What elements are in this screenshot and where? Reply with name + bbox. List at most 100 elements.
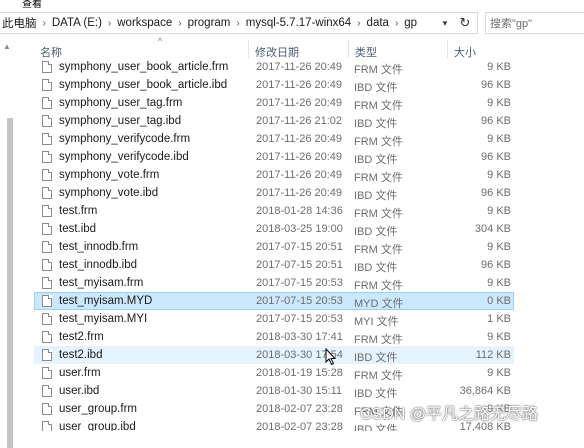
file-type: FRM 文件 — [354, 334, 403, 346]
file-modified-date: 2017-11-26 20:49 — [256, 151, 343, 163]
address-bar[interactable]: 此电脑 › DATA (E:) › workspace › program › … — [0, 12, 478, 34]
chevron-right-icon[interactable]: › — [104, 18, 115, 29]
navigation-pane: ▲ — [0, 38, 20, 448]
file-icon — [42, 151, 52, 163]
search-placeholder: 搜索"gp" — [490, 18, 533, 30]
file-size: 9 KB — [487, 61, 511, 73]
file-row[interactable]: user.ibd 2018-01-30 15:11 IBD 文件 36,864 KB — [34, 382, 514, 400]
file-modified-date: 2018-03-30 17:41 — [256, 331, 343, 343]
nav-scrollbar-thumb[interactable] — [7, 118, 13, 448]
breadcrumb-program[interactable]: program — [186, 17, 233, 29]
file-type: MYI 文件 — [354, 316, 399, 328]
file-row[interactable]: symphony_vote.frm 2017-11-26 20:49 FRM 文件 9… — [34, 166, 514, 184]
column-divider[interactable] — [248, 40, 249, 58]
file-row[interactable]: test_innodb.ibd 2017-07-15 20:51 IBD 文件 96 … — [34, 256, 514, 274]
file-type: IBD 文件 — [354, 226, 398, 238]
address-row: 此电脑 › DATA (E:) › workspace › program › … — [0, 12, 584, 38]
file-modified-date: 2018-01-28 14:36 — [256, 205, 343, 217]
refresh-icon[interactable]: ↻ — [457, 13, 473, 33]
file-icon — [42, 61, 52, 73]
file-list: symphony_user_book_article.frm 2017-11-26… — [20, 58, 584, 431]
file-type: IBD 文件 — [354, 352, 398, 364]
file-type: IBD 文件 — [354, 82, 398, 94]
menu-strip: 查看 — [0, 0, 584, 12]
file-row[interactable]: test_innodb.frm 2017-07-15 20:51 FRM 文件 9 K… — [34, 238, 514, 256]
file-name: test.frm — [59, 205, 98, 217]
file-size: 9 KB — [487, 133, 511, 145]
file-name: symphony_verifycode.ibd — [59, 151, 189, 163]
file-row[interactable]: symphony_user_book_article.ibd 2017-11-26… — [34, 76, 514, 94]
file-modified-date: 2017-07-15 20:53 — [256, 313, 343, 325]
file-row[interactable]: test_myisam.MYD 2017-07-15 20:53 MYD 文件 0 K… — [34, 292, 514, 310]
file-row[interactable]: test2.ibd 2018-03-30 17:54 IBD 文件 112 KB — [34, 346, 514, 364]
breadcrumb-gp[interactable]: gp — [402, 17, 419, 29]
file-type: IBD 文件 — [354, 154, 398, 166]
file-modified-date: 2018-01-30 15:11 — [256, 385, 343, 397]
file-name: symphony_user_book_article.ibd — [59, 79, 228, 91]
file-row[interactable]: symphony_verifycode.frm 2017-11-26 20:49 F… — [34, 130, 514, 148]
scroll-up-icon[interactable]: ▲ — [3, 42, 11, 51]
chevron-right-icon[interactable]: › — [353, 18, 364, 29]
file-row[interactable]: symphony_vote.ibd 2017-11-26 20:49 IBD 文件 9… — [34, 184, 514, 202]
file-name: user.ibd — [59, 385, 100, 397]
file-row[interactable]: user.frm 2018-01-19 15:28 FRM 文件 9 KB — [34, 364, 514, 382]
sort-ascending-icon: ^ — [158, 36, 163, 46]
breadcrumb-data[interactable]: data — [365, 17, 391, 29]
file-row[interactable]: test_myisam.MYI 2017-07-15 20:53 MYI 文件 1 K… — [34, 310, 514, 328]
file-name: symphony_user_tag.frm — [59, 97, 183, 109]
file-icon — [42, 421, 52, 431]
file-name: test_innodb.frm — [59, 241, 139, 253]
breadcrumb-workspace[interactable]: workspace — [115, 17, 174, 29]
chevron-right-icon[interactable]: › — [39, 18, 50, 29]
file-modified-date: 2018-03-25 19:00 — [256, 223, 343, 235]
file-type: FRM 文件 — [354, 136, 403, 148]
file-size: 96 KB — [481, 151, 511, 163]
file-row[interactable]: symphony_user_tag.ibd 2017-11-26 21:02 IBD… — [34, 112, 514, 130]
view-menu[interactable]: 查看 — [22, 0, 42, 10]
file-row[interactable]: symphony_user_tag.frm 2017-11-26 20:49 FRM… — [34, 94, 514, 112]
breadcrumb-drive[interactable]: DATA (E:) — [50, 17, 104, 29]
file-name: user_group.frm — [59, 403, 137, 415]
file-name: test_myisam.frm — [59, 277, 144, 289]
file-row[interactable]: test_myisam.frm 2017-07-15 20:53 FRM 文件 9 K… — [34, 274, 514, 292]
file-row[interactable]: symphony_user_book_article.frm 2017-11-26… — [34, 58, 514, 76]
file-type: FRM 文件 — [354, 280, 403, 292]
file-size: 9 KB — [487, 277, 511, 289]
file-name: test2.ibd — [59, 349, 103, 361]
breadcrumb-mysql[interactable]: mysql-5.7.17-winx64 — [244, 17, 353, 29]
file-icon — [42, 259, 52, 271]
file-type: FRM 文件 — [354, 370, 403, 382]
chevron-right-icon[interactable]: › — [232, 18, 243, 29]
file-icon — [42, 241, 52, 253]
file-modified-date: 2017-11-26 20:49 — [256, 61, 343, 73]
file-modified-date: 2017-11-26 20:49 — [256, 133, 343, 145]
file-type: FRM 文件 — [354, 208, 403, 220]
file-row[interactable]: test.frm 2018-01-28 14:36 FRM 文件 9 KB — [34, 202, 514, 220]
chevron-down-icon[interactable]: ▾ — [437, 13, 453, 33]
file-row[interactable]: test2.frm 2018-03-30 17:41 FRM 文件 9 KB — [34, 328, 514, 346]
file-row[interactable]: test.ibd 2018-03-25 19:00 IBD 文件 304 KB — [34, 220, 514, 238]
search-input[interactable]: 搜索"gp" — [485, 12, 584, 34]
file-type: IBD 文件 — [354, 190, 398, 202]
file-icon — [42, 169, 52, 181]
file-icon — [42, 331, 52, 343]
file-size: 9 KB — [487, 331, 511, 343]
file-modified-date: 2017-07-15 20:51 — [256, 241, 343, 253]
column-divider[interactable] — [447, 40, 448, 58]
file-size: 9 KB — [487, 367, 511, 379]
file-row[interactable]: symphony_verifycode.ibd 2017-11-26 20:49 I… — [34, 148, 514, 166]
file-modified-date: 2018-02-07 23:28 — [256, 421, 343, 431]
chevron-right-icon[interactable]: › — [174, 18, 185, 29]
chevron-right-icon[interactable]: › — [391, 18, 402, 29]
file-type: IBD 文件 — [354, 388, 398, 400]
file-icon — [42, 313, 52, 325]
file-name: test_innodb.ibd — [59, 259, 138, 271]
file-modified-date: 2018-01-19 15:28 — [256, 367, 343, 379]
file-size: 96 KB — [481, 115, 511, 127]
file-modified-date: 2017-07-15 20:53 — [256, 277, 343, 289]
file-size: 96 KB — [481, 79, 511, 91]
breadcrumb-this-pc[interactable]: 此电脑 — [0, 15, 39, 31]
file-type: FRM 文件 — [354, 172, 403, 184]
file-type: FRM 文件 — [354, 100, 403, 112]
column-divider[interactable] — [348, 40, 349, 58]
